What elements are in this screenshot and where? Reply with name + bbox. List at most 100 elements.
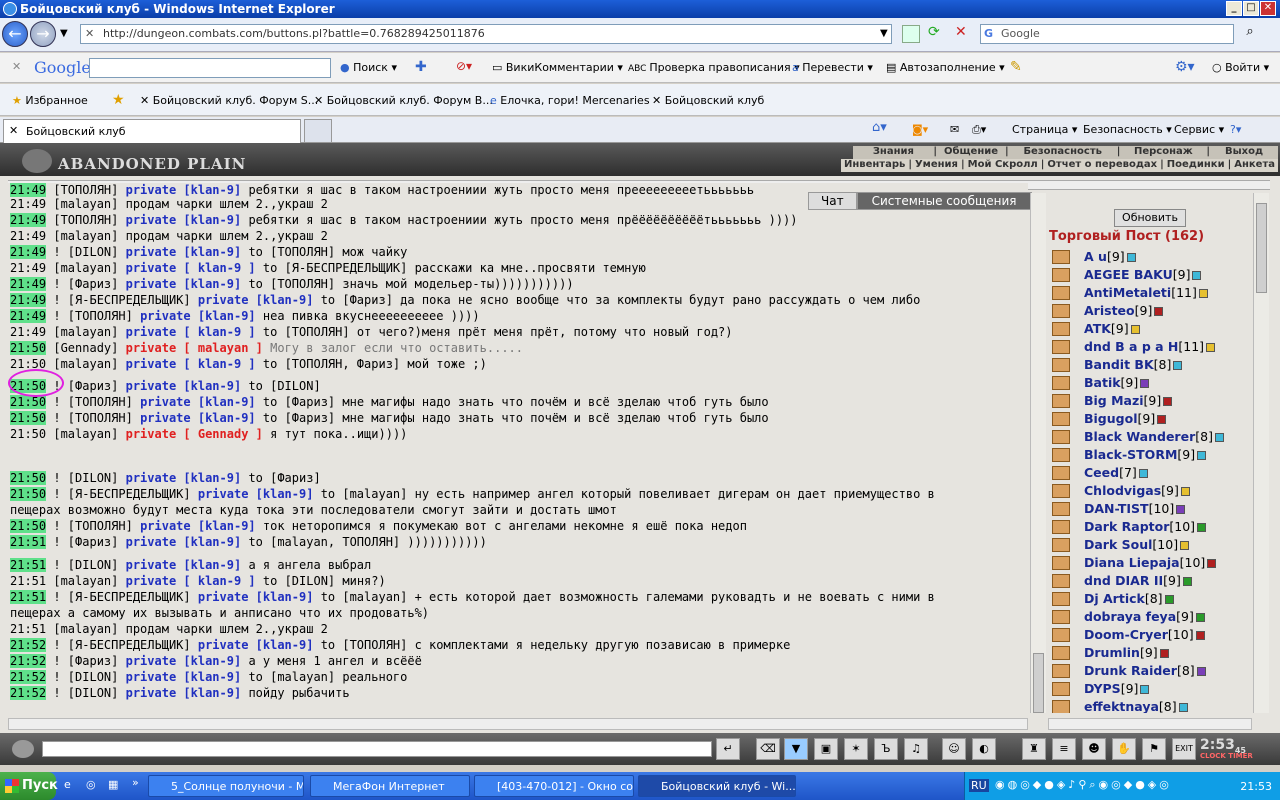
info-icon[interactable]	[1207, 559, 1217, 568]
info-icon[interactable]	[1198, 289, 1208, 298]
eraser-icon[interactable]: ⌫	[756, 738, 780, 760]
player-name[interactable]: Batik	[1084, 375, 1121, 390]
chat-private-tag[interactable]: private [klan-9]	[126, 558, 242, 572]
chat-timestamp[interactable]: 21:50	[10, 519, 47, 533]
trade-icon[interactable]	[1052, 646, 1070, 660]
translate-button[interactable]: a Перевести ▾	[792, 61, 873, 74]
chat-private-tag[interactable]: private [klan-9]	[198, 638, 314, 652]
info-icon[interactable]	[1154, 307, 1164, 316]
send-icon[interactable]: ↵	[716, 738, 740, 760]
chat-sender[interactable]: ТОПОЛЯН	[61, 213, 112, 227]
chat-timestamp[interactable]: 21:49	[10, 229, 46, 243]
player-name[interactable]: effektnaya	[1084, 699, 1159, 713]
trade-icon[interactable]	[1052, 430, 1070, 444]
player-name[interactable]: DAN-TIST	[1084, 501, 1149, 516]
chat-timestamp[interactable]: 21:51	[10, 535, 47, 549]
info-icon[interactable]	[1195, 631, 1205, 640]
player-item[interactable]: Big Mazi[9]	[1084, 393, 1173, 408]
quicklaunch-icon-3[interactable]: ▦	[108, 778, 118, 791]
highlighter-icon[interactable]: ✎	[1010, 59, 1022, 75]
chat-sender[interactable]: DILON	[75, 558, 111, 572]
back-icon[interactable]: ←	[2, 21, 28, 47]
player-name[interactable]: Dj Artick	[1084, 591, 1145, 606]
task-window[interactable]: [403-470-012] - Окно со...	[474, 775, 634, 797]
forward-icon[interactable]: →	[30, 21, 56, 47]
player-name[interactable]: Bandit BK	[1084, 357, 1154, 372]
menu-exit[interactable]: Выход	[1210, 146, 1278, 157]
mail-icon[interactable]: ✉	[950, 123, 959, 136]
chat-timestamp[interactable]: 21:49	[10, 277, 47, 291]
player-item[interactable]: dnd DIAR II[9]	[1084, 573, 1192, 588]
trade-icon[interactable]	[1052, 340, 1070, 354]
refresh-icon[interactable]: ⟳	[928, 24, 940, 40]
refresh-button[interactable]: Обновить	[1114, 209, 1186, 227]
player-item[interactable]: DYPS[9]	[1084, 681, 1150, 696]
save-icon[interactable]: ▣	[814, 738, 838, 760]
trade-icon[interactable]	[1052, 304, 1070, 318]
chat-timestamp[interactable]: 21:52	[10, 686, 47, 700]
chat-timestamp[interactable]: 21:49	[10, 325, 46, 339]
trade-icon[interactable]	[1052, 556, 1070, 570]
player-name[interactable]: dobraya feya	[1084, 609, 1176, 624]
trade-icon[interactable]	[1052, 538, 1070, 552]
info-icon[interactable]	[1157, 415, 1167, 424]
google-search-input[interactable]	[89, 58, 331, 78]
player-name[interactable]: Black-STORM	[1084, 447, 1177, 462]
page-menu[interactable]: Страница ▾	[1012, 123, 1077, 136]
info-icon[interactable]	[1140, 685, 1150, 694]
close-button[interactable]: ✕	[1260, 1, 1276, 16]
info-icon[interactable]	[1180, 487, 1190, 496]
filter-icon[interactable]: ▼	[784, 738, 808, 760]
info-icon[interactable]	[1140, 379, 1150, 388]
chat-private-tag[interactable]: private [klan-9]	[140, 519, 256, 533]
chat-sender[interactable]: Я-БЕСПРЕДЕЛЬЩИК	[75, 487, 183, 501]
smiley-icon[interactable]: ☺	[942, 738, 966, 760]
chat-input[interactable]	[42, 741, 712, 757]
chat-settings-icon[interactable]	[12, 740, 34, 758]
trade-icon[interactable]	[1052, 628, 1070, 642]
player-item[interactable]: dobraya feya[9]	[1084, 609, 1205, 624]
player-name[interactable]: DYPS	[1084, 681, 1121, 696]
player-item[interactable]: Drumlin[9]	[1084, 645, 1169, 660]
trade-icon[interactable]	[1052, 484, 1070, 498]
chat-sender[interactable]: DILON	[75, 670, 111, 684]
info-icon[interactable]	[1182, 577, 1192, 586]
player-item[interactable]: A u[9]	[1084, 249, 1136, 264]
player-item[interactable]: Doom-Cryer[10]	[1084, 627, 1205, 642]
search-box[interactable]: G Google	[980, 24, 1234, 44]
quicklaunch-more-icon[interactable]: »	[132, 776, 139, 789]
quicklaunch-ie-icon[interactable]: e	[64, 778, 71, 791]
trade-icon[interactable]	[1052, 520, 1070, 534]
fight-icon[interactable]: ✶	[844, 738, 868, 760]
chat-sender[interactable]: Фариз	[75, 379, 111, 393]
chat-sender[interactable]: Фариз	[75, 535, 111, 549]
info-icon[interactable]	[1192, 271, 1202, 280]
player-item[interactable]: Ceed[7]	[1084, 465, 1148, 480]
trade-icon[interactable]	[1052, 394, 1070, 408]
chat-timestamp[interactable]: 21:49	[10, 293, 47, 307]
chat-timestamp[interactable]: 21:51	[10, 574, 46, 588]
player-name[interactable]: dnd В а р а Н	[1084, 339, 1178, 354]
chat-timestamp[interactable]: 21:49	[10, 183, 47, 197]
chat-sender[interactable]: DILON	[75, 245, 111, 259]
chat-sender[interactable]: ТОПОЛЯН	[75, 309, 126, 323]
player-name[interactable]: Drumlin	[1084, 645, 1140, 660]
chat-private-tag[interactable]: private [klan-9]	[140, 395, 256, 409]
player-item[interactable]: AntiMetaleti[11]	[1084, 285, 1208, 300]
menu-character[interactable]: Персонаж	[1120, 146, 1206, 157]
player-name[interactable]: Big Mazi	[1084, 393, 1144, 408]
task-combats[interactable]: Бойцовский клуб - Wi...	[638, 775, 796, 797]
chat-private-tag[interactable]: private [klan-9]	[198, 487, 314, 501]
chat-private-tag[interactable]: private [klan-9]	[126, 654, 242, 668]
trade-icon[interactable]	[1052, 250, 1070, 264]
player-name[interactable]: Black Wanderer	[1084, 429, 1195, 444]
safety-menu[interactable]: Безопасность ▾	[1083, 123, 1172, 136]
chat-private-tag[interactable]: private [klan-9]	[126, 183, 242, 197]
player-item[interactable]: Bandit BK[8]	[1084, 357, 1183, 372]
plus-icon[interactable]: ✚	[415, 59, 427, 75]
chat-private-tag[interactable]: private [klan-9]	[140, 309, 256, 323]
chat-sender[interactable]: malayan	[61, 261, 112, 275]
player-name[interactable]: dnd DIAR II	[1084, 573, 1163, 588]
chat-private-tag[interactable]: private [ klan-9 ]	[126, 357, 256, 371]
trade-icon[interactable]	[1052, 376, 1070, 390]
